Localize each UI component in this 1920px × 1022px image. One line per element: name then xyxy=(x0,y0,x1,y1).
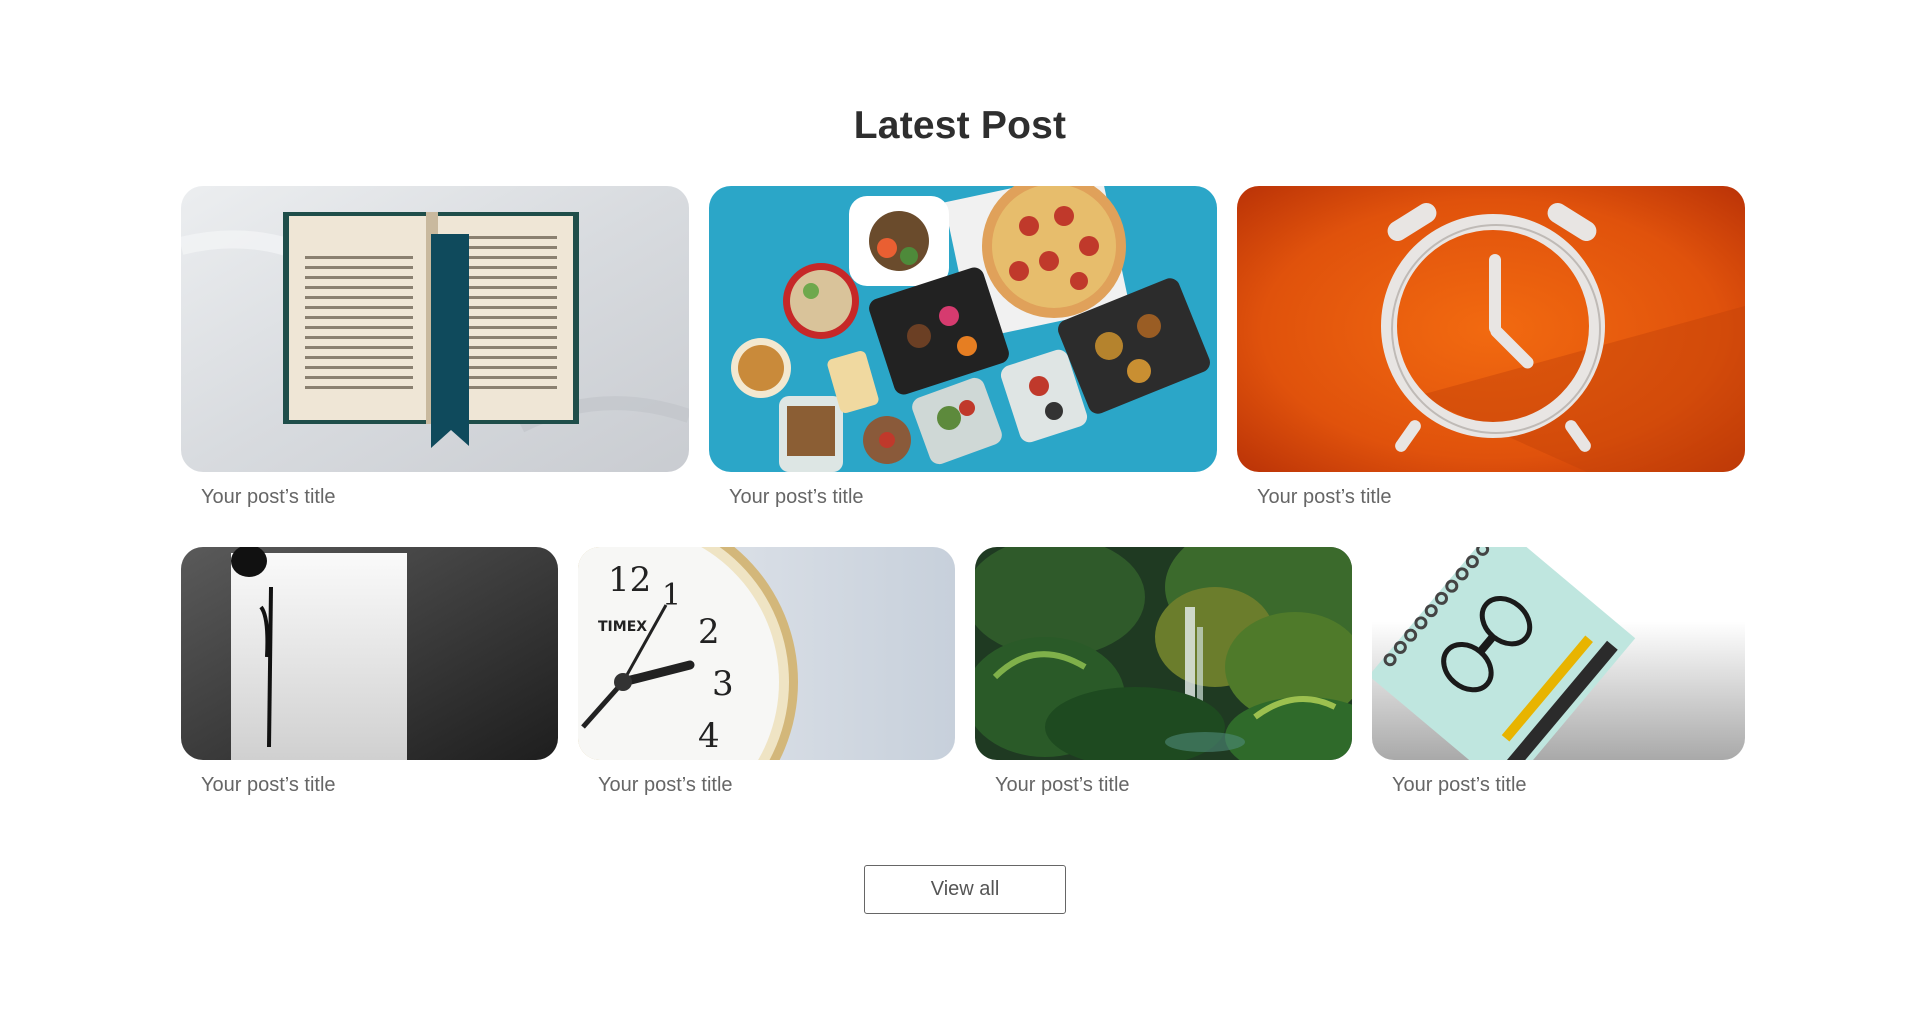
section-heading: Latest Post xyxy=(853,104,1067,147)
post-card[interactable]: Your post’s title xyxy=(709,186,1217,509)
post-card[interactable]: Your post’s title xyxy=(181,547,558,797)
post-title[interactable]: Your post’s title xyxy=(181,774,558,797)
view-all-button[interactable]: View all xyxy=(864,865,1066,914)
post-card[interactable]: Your post’s title xyxy=(1237,186,1745,509)
post-image-alarm-clock[interactable] xyxy=(1237,186,1745,472)
post-image-jungle[interactable] xyxy=(975,547,1352,760)
post-image-watch[interactable]: 12 1 2 3 4 TIMEX xyxy=(578,547,955,760)
post-image-notebook[interactable] xyxy=(1372,547,1745,760)
latest-post-section: Latest Post Your post’s title Your post’… xyxy=(0,0,1920,1022)
post-image-food[interactable] xyxy=(709,186,1217,472)
post-title[interactable]: Your post’s title xyxy=(1237,486,1745,509)
post-image-pen-paper[interactable] xyxy=(181,547,558,760)
post-title[interactable]: Your post’s title xyxy=(578,774,955,797)
post-title[interactable]: Your post’s title xyxy=(1372,774,1745,797)
svg-text:3: 3 xyxy=(712,664,734,704)
post-card[interactable]: Your post’s title xyxy=(181,186,689,509)
post-image-book[interactable] xyxy=(181,186,689,472)
post-title[interactable]: Your post’s title xyxy=(975,774,1352,797)
post-title[interactable]: Your post’s title xyxy=(709,486,1217,509)
svg-text:2: 2 xyxy=(698,612,720,652)
post-card[interactable]: Your post’s title xyxy=(1372,547,1745,797)
svg-text:12: 12 xyxy=(608,560,651,600)
post-card[interactable]: Your post’s title xyxy=(975,547,1352,797)
svg-text:4: 4 xyxy=(698,716,720,756)
post-card[interactable]: 12 1 2 3 4 TIMEX Your post’s title xyxy=(578,547,955,797)
watch-brand-text: TIMEX xyxy=(598,619,647,635)
post-title[interactable]: Your post’s title xyxy=(181,486,689,509)
